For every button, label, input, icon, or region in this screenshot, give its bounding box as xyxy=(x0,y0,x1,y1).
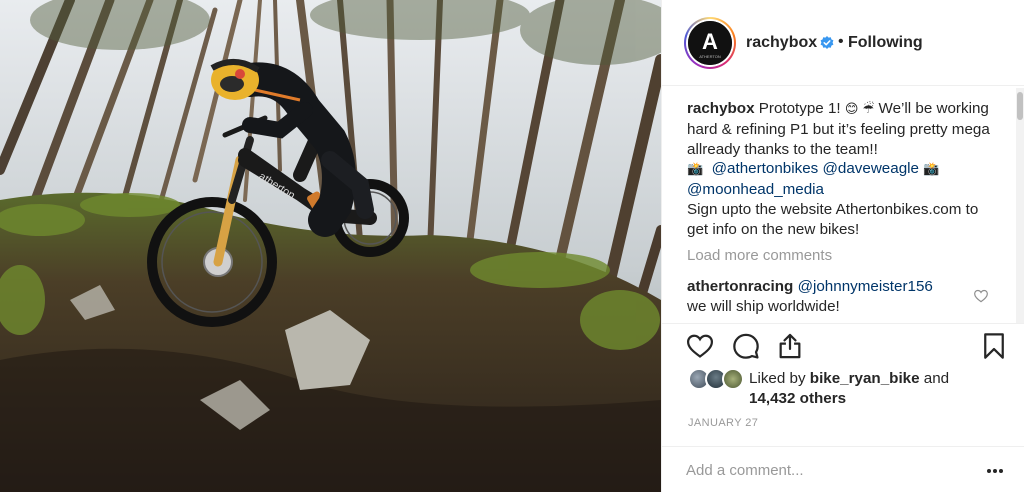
post-caption: rachybox Prototype 1! 😊 ☔ We’ll be worki… xyxy=(687,99,997,240)
comments-section: rachybox Prototype 1! 😊 ☔ We’ll be worki… xyxy=(662,87,1024,323)
liker-avatars[interactable] xyxy=(688,368,746,390)
comment-item: athertonracing @johnnymeister156 we will… xyxy=(687,277,987,317)
action-bar xyxy=(662,323,1024,363)
heart-icon xyxy=(686,334,714,358)
comments-scrollbar[interactable] xyxy=(1016,88,1024,324)
like-button[interactable] xyxy=(686,332,714,360)
small-heart-icon[interactable] xyxy=(973,288,989,304)
mountain-bike-forest-image: atherton xyxy=(0,0,661,492)
svg-text:A: A xyxy=(702,29,718,54)
following-button[interactable]: Following xyxy=(848,34,923,52)
likes-count-link[interactable]: 14,432 others xyxy=(749,390,846,407)
load-more-comments-link[interactable]: Load more comments xyxy=(687,247,832,264)
verified-badge-icon xyxy=(820,36,834,49)
camera-emoji: 📸 xyxy=(923,162,940,178)
comment-button[interactable] xyxy=(732,332,760,360)
author-username[interactable]: rachybox xyxy=(746,34,817,52)
post-date[interactable]: JANUARY 27 xyxy=(688,417,758,429)
share-button[interactable] xyxy=(776,332,804,360)
more-options-icon[interactable] xyxy=(985,461,1005,481)
share-icon xyxy=(779,333,801,359)
post-details-panel: A ATHERTON rachybox • Following rachybox… xyxy=(661,0,1024,492)
avatar xyxy=(722,368,744,390)
comment-bubble-icon xyxy=(733,333,759,359)
smile-emoji: 😊 xyxy=(844,102,859,117)
caption-text: Prototype 1! xyxy=(754,100,845,117)
mention-link[interactable]: @johnnymeister156 xyxy=(798,278,933,295)
header-separator: • xyxy=(838,33,844,50)
liker-username[interactable]: bike_ryan_bike xyxy=(810,370,920,387)
mention-link[interactable]: @daveweagle xyxy=(822,160,918,177)
mention-link[interactable]: @moonhead_media xyxy=(687,181,824,198)
comment-text: we will ship worldwide! xyxy=(687,298,840,315)
author-avatar[interactable]: A ATHERTON xyxy=(684,17,736,69)
add-comment-input[interactable] xyxy=(686,459,966,481)
caption-username[interactable]: rachybox xyxy=(687,100,755,117)
mention-link[interactable]: @athertonbikes xyxy=(712,160,819,177)
likes-text: Liked by bike_ryan_bike and 14,432 other… xyxy=(749,370,950,407)
post-header: A ATHERTON rachybox • Following xyxy=(662,0,1024,86)
comment-username[interactable]: athertonracing xyxy=(687,278,793,295)
likes-summary: Liked by bike_ryan_bike and 14,432 other… xyxy=(662,365,1024,410)
caption-text: Sign upto the website Athertonbikes.com … xyxy=(687,200,979,238)
bookmark-icon xyxy=(984,333,1004,359)
atherton-logo: A ATHERTON xyxy=(688,21,732,65)
svg-text:ATHERTON: ATHERTON xyxy=(699,54,721,59)
save-button[interactable] xyxy=(980,332,1008,360)
scrollbar-thumb[interactable] xyxy=(1017,92,1023,120)
camera-emoji: 📸 xyxy=(687,162,704,178)
add-comment-bar xyxy=(662,446,1024,492)
post-photo[interactable]: atherton xyxy=(0,0,661,492)
umbrella-emoji: ☔ xyxy=(862,102,875,117)
